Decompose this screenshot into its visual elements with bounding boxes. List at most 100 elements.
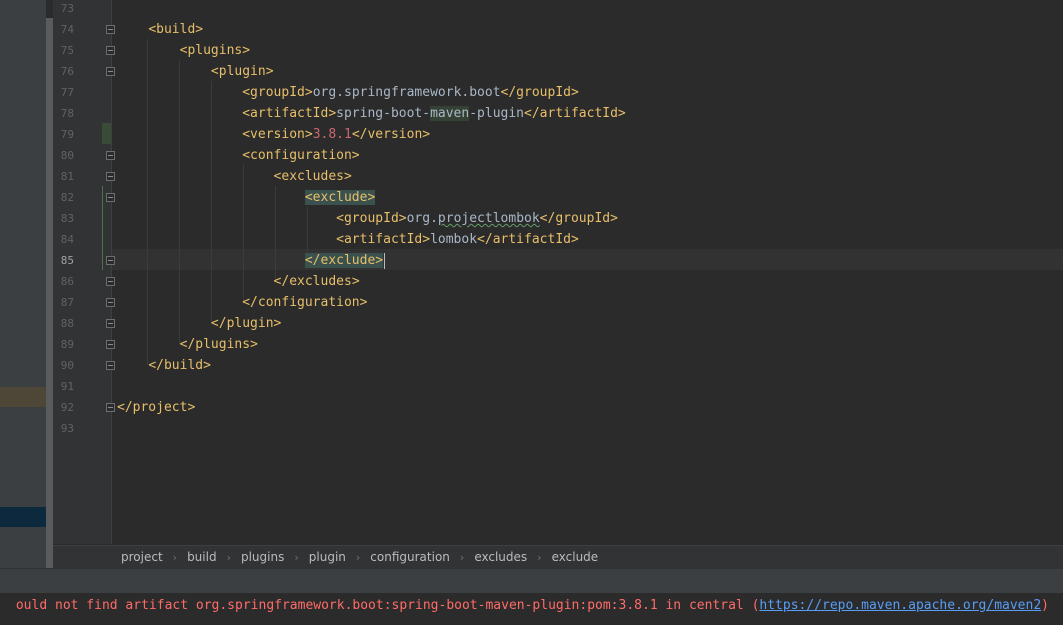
fold-marker-icon[interactable] bbox=[106, 319, 115, 328]
breadcrumb-item-project[interactable]: project bbox=[121, 550, 163, 564]
highlighted-word: maven bbox=[430, 106, 470, 121]
code-line[interactable]: <configuration> bbox=[117, 145, 359, 166]
code-line-current[interactable]: </exclude> bbox=[117, 250, 386, 271]
line-number: 84 bbox=[60, 233, 74, 246]
code-line[interactable]: </plugins> bbox=[117, 334, 258, 355]
line-number: 91 bbox=[60, 380, 74, 393]
text-caret bbox=[384, 252, 386, 269]
chevron-right-icon: › bbox=[294, 551, 299, 564]
breadcrumb-item-excludes[interactable]: excludes bbox=[474, 550, 527, 564]
xml-text: lombok bbox=[430, 232, 478, 247]
code-line[interactable]: <artifactId>lombok</artifactId> bbox=[117, 229, 579, 250]
line-number: 86 bbox=[60, 275, 74, 288]
breadcrumb-item-plugin[interactable]: plugin bbox=[309, 550, 346, 564]
xml-tag: <plugin> bbox=[210, 64, 274, 79]
xml-text: -plugin bbox=[469, 106, 525, 121]
gutter-separator bbox=[111, 0, 112, 544]
line-number: 73 bbox=[60, 2, 74, 15]
code-line[interactable]: <plugin> bbox=[117, 61, 274, 82]
fold-marker-icon[interactable] bbox=[106, 67, 115, 76]
matched-tag-end: > bbox=[375, 253, 384, 268]
breadcrumb-item-exclude[interactable]: exclude bbox=[552, 550, 599, 564]
xml-tag: </excludes> bbox=[273, 274, 360, 289]
code-line[interactable]: </excludes> bbox=[117, 271, 360, 292]
xml-tag: <excludes> bbox=[273, 169, 352, 184]
added-lines-marker[interactable] bbox=[102, 186, 103, 270]
code-line[interactable]: </configuration> bbox=[117, 292, 367, 313]
xml-text: spring-boot- bbox=[336, 106, 431, 121]
chevron-right-icon: › bbox=[172, 551, 178, 564]
modified-line-marker[interactable] bbox=[102, 123, 111, 144]
xml-tag: <artifactId> bbox=[336, 232, 431, 247]
line-number: 75 bbox=[60, 44, 74, 57]
line-number: 80 bbox=[60, 149, 74, 162]
xml-tag: </project> bbox=[117, 400, 196, 415]
repository-link[interactable]: https://repo.maven.apache.org/maven2 bbox=[759, 598, 1041, 613]
spelling-warning-word: projectlombok bbox=[437, 211, 540, 226]
error-message-text: ould not find artifact org.springframewo… bbox=[15, 598, 760, 613]
xml-tag: </plugins> bbox=[179, 337, 258, 352]
line-number: 92 bbox=[60, 401, 74, 414]
code-line[interactable]: <excludes> bbox=[117, 166, 352, 187]
line-number: 89 bbox=[60, 338, 74, 351]
xml-tag: <groupId> bbox=[242, 85, 313, 100]
error-value: 3.8.1 bbox=[312, 127, 352, 142]
fold-marker-icon[interactable] bbox=[106, 151, 115, 160]
code-line[interactable]: <groupId>org.springframework.boot</group… bbox=[117, 82, 579, 103]
error-message: ould not find artifact org.springframewo… bbox=[16, 598, 1049, 613]
code-line[interactable]: <exclude> bbox=[117, 187, 376, 208]
code-line[interactable]: <artifactId>spring-boot-maven-plugin</ar… bbox=[117, 103, 626, 124]
line-number: 90 bbox=[60, 359, 74, 372]
code-line[interactable]: </plugin> bbox=[117, 313, 281, 334]
xml-tag: </groupId> bbox=[500, 85, 579, 100]
line-number: 93 bbox=[60, 422, 74, 435]
line-number: 87 bbox=[60, 296, 74, 309]
chevron-right-icon: › bbox=[459, 551, 465, 564]
panel-highlight-row[interactable] bbox=[0, 387, 46, 407]
fold-marker-icon[interactable] bbox=[106, 172, 115, 181]
fold-marker-icon[interactable] bbox=[106, 25, 115, 34]
xml-tag: <version> bbox=[242, 127, 313, 142]
status-bar: ould not find artifact org.springframewo… bbox=[0, 593, 1063, 625]
xml-text: org. bbox=[406, 211, 438, 226]
chevron-right-icon: › bbox=[226, 551, 231, 564]
breadcrumb-item-plugins[interactable]: plugins bbox=[241, 550, 284, 564]
line-number: 83 bbox=[60, 212, 74, 225]
matched-tag-body: </exclude bbox=[304, 253, 376, 268]
xml-tag: <plugins> bbox=[179, 43, 251, 58]
xml-tag: <artifactId> bbox=[242, 106, 337, 121]
breadcrumb: project › build › plugins › plugin › configurati… bbox=[53, 545, 1063, 568]
panel-scrollbar[interactable] bbox=[46, 18, 53, 568]
code-line[interactable]: <groupId>org.projectlombok</groupId> bbox=[117, 208, 618, 229]
xml-tag: </artifactId> bbox=[524, 106, 626, 121]
chevron-right-icon: › bbox=[355, 551, 361, 564]
code-line[interactable]: <build> bbox=[117, 19, 203, 40]
code-line[interactable]: </project> bbox=[117, 397, 195, 418]
code-line[interactable]: </build> bbox=[117, 355, 211, 376]
project-tool-panel[interactable] bbox=[0, 0, 46, 568]
matched-tag: <exclude> bbox=[304, 190, 376, 205]
tool-window-bar bbox=[0, 568, 1063, 593]
fold-marker-icon[interactable] bbox=[106, 361, 115, 370]
fold-marker-icon[interactable] bbox=[106, 256, 115, 265]
line-number: 74 bbox=[60, 23, 74, 36]
line-number: 78 bbox=[60, 107, 74, 120]
code-line[interactable]: <plugins> bbox=[117, 40, 250, 61]
line-number: 79 bbox=[60, 128, 74, 141]
fold-marker-icon[interactable] bbox=[106, 298, 115, 307]
xml-tag: <build> bbox=[148, 22, 204, 37]
fold-marker-icon[interactable] bbox=[106, 340, 115, 349]
fold-marker-icon[interactable] bbox=[106, 277, 115, 286]
code-line[interactable]: <version>3.8.1</version> bbox=[117, 124, 430, 145]
matched-tag: </exclude> bbox=[304, 253, 384, 268]
breadcrumb-item-build[interactable]: build bbox=[187, 550, 217, 564]
xml-tag: </configuration> bbox=[242, 295, 368, 310]
fold-marker-icon[interactable] bbox=[106, 193, 115, 202]
line-number: 76 bbox=[60, 65, 74, 78]
fold-marker-icon[interactable] bbox=[106, 403, 115, 412]
breadcrumb-item-configuration[interactable]: configuration bbox=[370, 550, 450, 564]
error-message-suffix: ) bbox=[1041, 598, 1049, 613]
xml-tag: </version> bbox=[351, 127, 431, 142]
fold-marker-icon[interactable] bbox=[106, 46, 115, 55]
panel-selected-row[interactable] bbox=[0, 507, 46, 527]
